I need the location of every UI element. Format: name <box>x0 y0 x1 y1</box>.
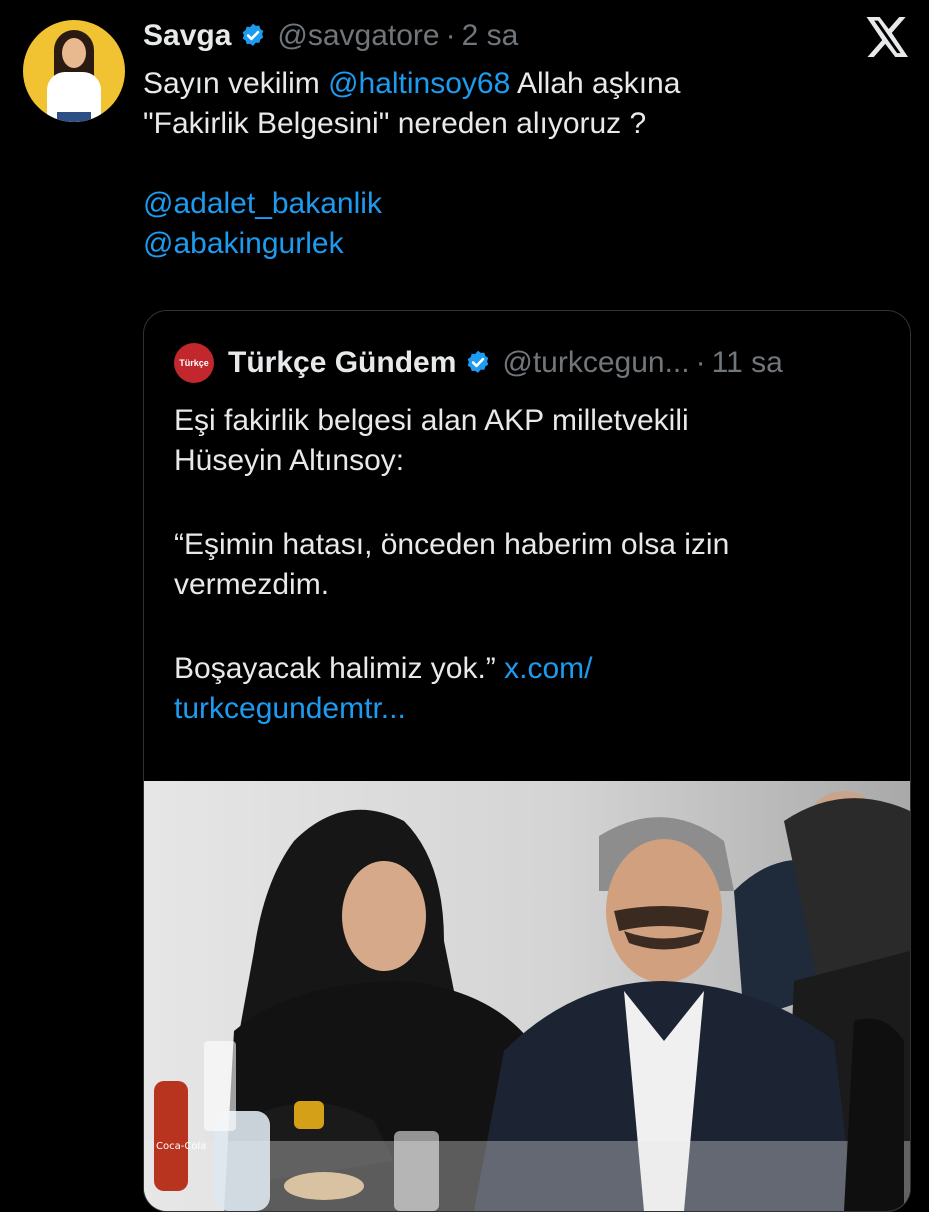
tweet-header: Savga @savgatore · 2 sa <box>143 14 518 58</box>
tweet-time[interactable]: 2 sa <box>462 19 519 53</box>
tweet-line-4: @adalet_bakanlik <box>143 184 903 224</box>
tweet-line-3 <box>143 144 903 184</box>
quote-author-handle[interactable]: @turkcegun... <box>502 346 689 380</box>
verified-badge-icon <box>468 350 489 373</box>
quoted-tweet-card[interactable]: Türkçe Türkçe Gündem @turkcegun... · 11 … <box>143 310 911 1212</box>
avatar-jeans <box>57 112 91 122</box>
quote-header: Türkçe Türkçe Gündem @turkcegun... · 11 … <box>174 341 783 385</box>
quote-line-5: Boşayacak halimiz yok.” x.com/ <box>174 649 884 689</box>
quote-time[interactable]: 11 sa <box>712 346 783 380</box>
mention-link[interactable]: @haltinsoy68 <box>328 67 510 100</box>
verified-badge-icon <box>243 23 264 46</box>
quote-line-2: Hüseyin Altınsoy: <box>174 444 405 477</box>
photo-illustration: Coca-Cola <box>144 781 910 1211</box>
mention-link[interactable]: @abakingurlek <box>143 227 344 260</box>
quote-body: Eşi fakirlik belgesi alan AKP milletveki… <box>174 401 884 729</box>
quote-photo[interactable]: Coca-Cola <box>144 781 910 1211</box>
tweet-text-segment: Sayın vekilim <box>143 67 329 100</box>
quote-line-4: vermezdim. <box>174 568 330 601</box>
quote-link-part1[interactable]: x.com/ <box>504 652 592 685</box>
quote-avatar-logo[interactable]: Türkçe <box>174 343 214 383</box>
tweet-body: Sayın vekilim @haltinsoy68 Allah aşkına "… <box>143 64 903 264</box>
quote-author-name[interactable]: Türkçe Gündem <box>228 346 456 380</box>
mention-link[interactable]: @adalet_bakanlik <box>143 187 382 220</box>
x-logo-icon <box>866 17 908 57</box>
quote-line-3: “Eşimin hatası, önceden haberim olsa izi… <box>174 528 730 561</box>
separator-dot: · <box>445 19 456 52</box>
quote-link-part2[interactable]: turkcegundemtr... <box>174 689 884 729</box>
tweet-line-2: "Fakirlik Belgesini" nereden alıyoruz ? <box>143 104 903 144</box>
quote-line-5-text: Boşayacak halimiz yok.” <box>174 652 496 685</box>
author-avatar[interactable] <box>23 20 125 122</box>
tweet-line-1: Sayın vekilim @haltinsoy68 Allah aşkına <box>143 64 903 104</box>
author-name[interactable]: Savga <box>143 19 231 53</box>
avatar-face <box>62 38 86 68</box>
tweet-line-5: @abakingurlek <box>143 224 903 264</box>
separator-dot: · <box>695 346 706 379</box>
tweet-text-segment: Allah aşkına <box>510 67 681 100</box>
bottle-label: Coca-Cola <box>156 1141 206 1152</box>
quote-line-1: Eşi fakirlik belgesi alan AKP milletveki… <box>174 404 689 437</box>
author-handle[interactable]: @savgatore <box>277 19 439 53</box>
tweet-text-segment: "Fakirlik Belgesini" nereden alıyoruz ? <box>143 107 647 140</box>
